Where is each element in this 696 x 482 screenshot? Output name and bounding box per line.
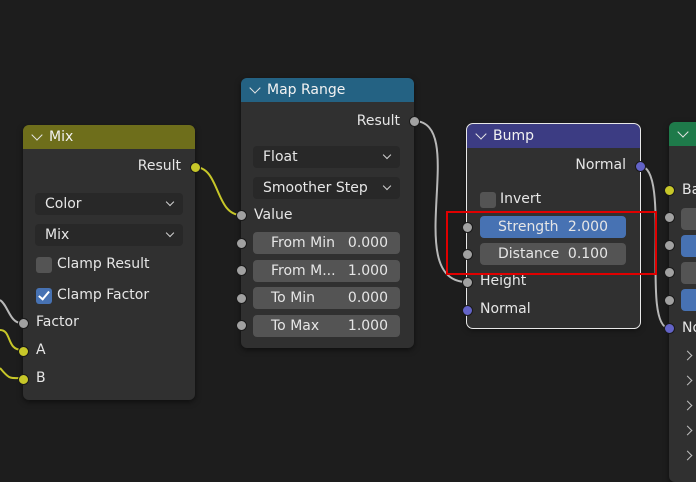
bump-height-socket[interactable] xyxy=(462,277,473,288)
mix-input-factor-label: Factor xyxy=(36,314,79,330)
partial-node-input-normal-label: No xyxy=(682,320,696,336)
chevron-right-icon[interactable] xyxy=(682,450,693,461)
mix-input-a-label: A xyxy=(36,342,46,358)
clamp-result-checkbox[interactable] xyxy=(36,257,52,273)
map-range-result-socket[interactable] xyxy=(409,116,420,127)
from-min-socket[interactable] xyxy=(236,238,247,249)
chevron-right-icon[interactable] xyxy=(682,425,693,436)
partial-node-field-2[interactable] xyxy=(681,235,696,257)
mix-node-title: Mix xyxy=(49,129,74,145)
bump-output-normal-label: Normal xyxy=(575,157,626,173)
chevron-down-icon xyxy=(382,150,392,160)
bump-node-header[interactable]: Bump xyxy=(467,124,640,148)
partial-node-socket-5[interactable] xyxy=(664,295,675,306)
strength-distance-highlight-box xyxy=(446,211,657,275)
invert-checkbox[interactable] xyxy=(480,192,496,208)
to-min-socket[interactable] xyxy=(236,293,247,304)
chevron-down-icon xyxy=(165,197,175,207)
partial-node-base-socket[interactable] xyxy=(664,185,675,196)
chevron-down-icon xyxy=(165,228,175,238)
partial-node-socket-4[interactable] xyxy=(664,267,675,278)
map-range-data-type-dropdown[interactable]: Float xyxy=(253,146,400,168)
mix-data-type-dropdown[interactable]: Color xyxy=(35,193,183,215)
chevron-right-icon[interactable] xyxy=(682,350,693,361)
from-min-value: 0.000 xyxy=(347,235,388,251)
bump-input-height-label: Height xyxy=(480,273,527,289)
map-range-node-title: Map Range xyxy=(267,82,346,98)
map-range-input-value-label: Value xyxy=(254,207,293,223)
partial-node-field-1[interactable] xyxy=(681,208,696,230)
partial-node-normal-socket[interactable] xyxy=(664,323,675,334)
bump-input-normal-label: Normal xyxy=(480,301,531,317)
mix-node[interactable]: Mix Result Color Mix Clamp Result Clamp … xyxy=(23,125,195,400)
from-max-value: 1.000 xyxy=(347,263,388,279)
from-max-field[interactable]: From M... 1.000 xyxy=(253,260,400,282)
map-range-interpolation-value: Smoother Step xyxy=(263,180,368,196)
to-min-field[interactable]: To Min 0.000 xyxy=(253,287,400,309)
collapse-chevron-icon[interactable] xyxy=(677,126,689,138)
mix-blend-mode-dropdown[interactable]: Mix xyxy=(35,224,183,246)
mix-result-socket[interactable] xyxy=(190,162,201,173)
mix-data-type-value: Color xyxy=(45,196,82,212)
map-range-node-header[interactable]: Map Range xyxy=(241,78,414,102)
partial-node-socket-2[interactable] xyxy=(664,212,675,223)
to-min-label: To Min xyxy=(271,290,316,306)
clamp-factor-checkbox[interactable] xyxy=(36,288,52,304)
mix-b-socket[interactable] xyxy=(18,374,29,385)
link-mix-result-to-value xyxy=(194,166,242,216)
from-max-label: From M... xyxy=(271,263,336,279)
map-range-node[interactable]: Map Range Result Float Smoother Step Val… xyxy=(241,78,414,348)
to-max-socket[interactable] xyxy=(236,320,247,331)
map-range-value-socket[interactable] xyxy=(236,210,247,221)
from-max-socket[interactable] xyxy=(236,265,247,276)
partial-node-field-3[interactable] xyxy=(681,262,696,284)
to-max-value: 1.000 xyxy=(347,318,388,334)
mix-node-header[interactable]: Mix xyxy=(23,125,195,149)
map-range-interpolation-dropdown[interactable]: Smoother Step xyxy=(253,177,400,199)
clamp-result-label: Clamp Result xyxy=(57,256,150,272)
collapse-chevron-icon[interactable] xyxy=(475,128,487,140)
partial-node-header[interactable] xyxy=(669,122,696,146)
to-max-label: To Max xyxy=(271,318,320,334)
collapse-chevron-icon[interactable] xyxy=(31,129,43,141)
partial-node-socket-3[interactable] xyxy=(664,240,675,251)
mix-a-socket[interactable] xyxy=(18,346,29,357)
clamp-factor-label: Clamp Factor xyxy=(57,287,150,303)
bump-normal-input-socket[interactable] xyxy=(462,305,473,316)
bump-normal-output-socket[interactable] xyxy=(635,161,646,172)
chevron-right-icon[interactable] xyxy=(682,400,693,411)
mix-output-result-label: Result xyxy=(137,158,181,174)
mix-factor-socket[interactable] xyxy=(18,318,29,329)
mix-input-b-label: B xyxy=(36,370,46,386)
map-range-output-result-label: Result xyxy=(356,113,400,129)
collapse-chevron-icon[interactable] xyxy=(249,82,261,94)
chevron-down-icon xyxy=(382,181,392,191)
map-range-data-type-value: Float xyxy=(263,149,298,165)
partial-node-input-base-label: Ba xyxy=(682,182,696,198)
bump-node-title: Bump xyxy=(493,128,535,144)
partial-node-field-4[interactable] xyxy=(681,289,696,311)
invert-label: Invert xyxy=(500,191,542,207)
from-min-label: From Min xyxy=(271,235,335,251)
from-min-field[interactable]: From Min 0.000 xyxy=(253,232,400,254)
chevron-right-icon[interactable] xyxy=(682,375,693,386)
mix-blend-mode-value: Mix xyxy=(45,227,70,243)
to-min-value: 0.000 xyxy=(347,290,388,306)
to-max-field[interactable]: To Max 1.000 xyxy=(253,315,400,337)
